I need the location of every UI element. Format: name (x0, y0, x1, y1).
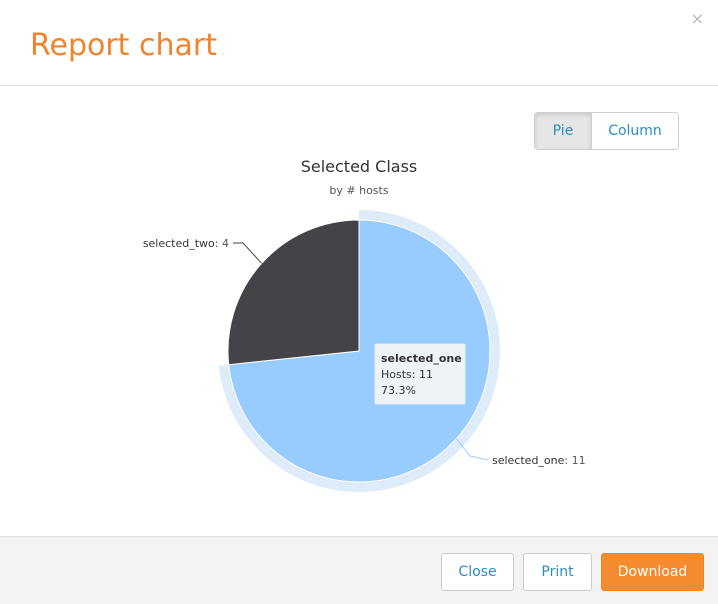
chart-tooltip: selected_one Hosts: 11 73.3% (373, 342, 467, 406)
data-label-selected_two: selected_two: 4 (143, 237, 229, 250)
connector-selected_two (233, 242, 262, 264)
dialog-header: Report chart × (0, 0, 718, 86)
download-button[interactable]: Download (601, 553, 704, 591)
tooltip-percent: 73.3% (381, 384, 416, 397)
print-button[interactable]: Print (523, 553, 592, 591)
chart-title: Selected Class (301, 157, 418, 176)
chart-subtitle: by # hosts (329, 184, 388, 197)
pie-chart: Selected Class by # hosts selected_one: … (143, 157, 586, 492)
pie-toggle-button[interactable]: Pie (535, 113, 592, 149)
report-chart-dialog: Report chart × Selected Class by # hosts… (0, 0, 718, 604)
column-toggle-button[interactable]: Column (592, 113, 678, 149)
dialog-title: Report chart (30, 28, 217, 63)
chart-type-toggle: Pie Column (534, 112, 679, 150)
close-button[interactable]: Close (441, 553, 514, 591)
tooltip-hosts: Hosts: 11 (381, 368, 433, 381)
slice-selected_two[interactable] (227, 219, 360, 366)
close-icon[interactable]: × (691, 10, 704, 28)
data-label-selected_one: selected_one: 11 (492, 454, 586, 467)
tooltip-title: selected_one (381, 352, 462, 365)
dialog-footer: Close Print Download (0, 536, 718, 604)
